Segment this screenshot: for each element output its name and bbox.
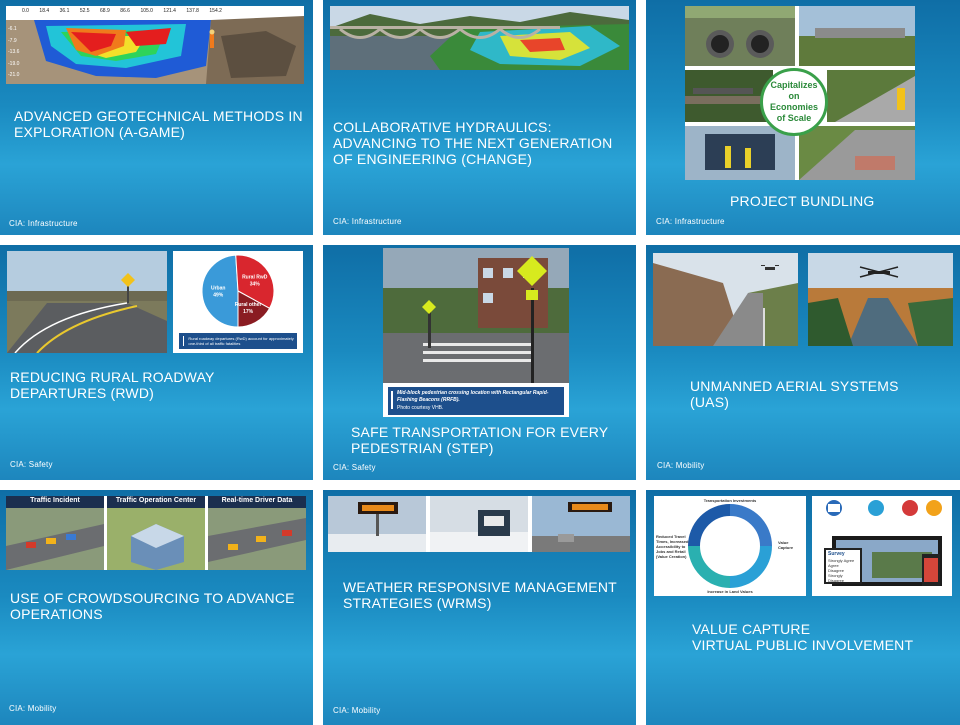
uas-landslide-image	[653, 253, 798, 346]
cycle-label-top: Transportation Investments	[703, 498, 757, 503]
caption-line-1: Mid-block pedestrian crossing location w…	[397, 390, 549, 403]
bundling-collage-image: Capitalizes on Economies of Scale	[685, 6, 915, 180]
tile-category: CIA: Infrastructure	[333, 217, 402, 226]
profile-x-ticks: 0.0 18.4 36.1 52.5 68.9 86.6 105.0 121.4…	[22, 8, 222, 14]
x-tick: 137.8	[186, 8, 199, 14]
tile-project-bundling[interactable]: Capitalizes on Economies of Scale PROJEC…	[646, 0, 960, 235]
crowd-panel-label: Traffic Operation Center	[115, 497, 197, 504]
y-tick: -7.9	[8, 37, 17, 44]
tile-title: REDUCING RURAL ROADWAY DEPARTURES (RWD)	[10, 369, 215, 401]
geotechnical-profile-image: 0.0 18.4 36.1 52.5 68.9 86.6 105.0 121.4…	[6, 6, 304, 84]
pie-slice-value: 49%	[213, 293, 224, 299]
weather-image	[328, 496, 630, 552]
tile-title: ADVANCED GEOTECHNICAL METHODS IN EXPLORA…	[14, 108, 303, 140]
tile-category: CIA: Infrastructure	[656, 217, 725, 226]
tile-crowdsourcing[interactable]: Traffic Incident Traffic Operation Cente…	[0, 490, 313, 725]
tile-category: CIA: Mobility	[657, 461, 705, 470]
profile-y-ticks: -6.1 -7.9 -13.6 -19.0 -21.0	[8, 26, 19, 78]
pie-slice-value: 17%	[243, 309, 254, 315]
hydraulics-bridge-image	[330, 6, 629, 70]
tile-step[interactable]: Mid-block pedestrian crossing location w…	[323, 245, 636, 480]
tile-value-capture-vpi[interactable]: Transportation Investments Value Capture…	[646, 490, 960, 725]
rwd-pie-chart-card: Urban 49% Rural RwD 34% Rural other 17% Rural…	[173, 251, 303, 353]
survey-title: Survey	[828, 551, 845, 557]
x-tick: 121.4	[163, 8, 176, 14]
tile-title: UNMANNED AERIAL SYSTEMS (UAS)	[690, 378, 899, 410]
cycle-label-bottom: Increase in Land Values	[707, 589, 753, 594]
x-tick: 68.9	[100, 8, 110, 14]
rwd-pie-caption: Rural roadway departures (RwD) account f…	[179, 333, 297, 349]
tile-title: VALUE CAPTURE VIRTUAL PUBLIC INVOLVEMENT	[692, 621, 914, 653]
tile-title: COLLABORATIVE HYDRAULICS: ADVANCING TO T…	[333, 119, 613, 167]
survey-panel: Survey Strongly Agree Agree Disagree Str…	[826, 550, 860, 583]
cycle-label-left: Reduced Travel Times, Increased Accessib…	[656, 534, 689, 559]
x-tick: 105.0	[140, 8, 153, 14]
y-tick: -19.0	[8, 60, 20, 67]
y-tick: -13.6	[8, 49, 20, 55]
y-tick: -6.1	[8, 26, 17, 32]
x-tick: 86.6	[120, 8, 130, 14]
x-tick: 154.2	[209, 8, 222, 14]
rwd-pie-chart: Urban49% Rural RwD34% Rural other17%	[201, 254, 275, 328]
tile-title: USE OF CROWDSOURCING TO ADVANCE OPERATIO…	[10, 590, 295, 622]
pie-slice-label: Urban	[211, 286, 225, 292]
x-tick: 36.1	[59, 8, 70, 14]
pie-slice-value: 34%	[250, 281, 261, 287]
survey-option: Strongly Disagree	[828, 573, 845, 583]
tile-title: WEATHER RESPONSIVE MANAGEMENT STRATEGIES…	[343, 579, 617, 611]
tile-change[interactable]: COLLABORATIVE HYDRAULICS: ADVANCING TO T…	[323, 0, 636, 235]
tile-uas[interactable]: UNMANNED AERIAL SYSTEMS (UAS) CIA: Mobil…	[646, 245, 960, 480]
x-tick: 18.4	[39, 8, 50, 14]
tile-category: CIA: Safety	[333, 463, 376, 472]
tile-category: CIA: Mobility	[333, 706, 381, 715]
crowd-panel-label: Real-time Driver Data	[221, 497, 293, 504]
tile-category: CIA: Safety	[10, 460, 53, 469]
step-photo-caption: Mid-block pedestrian crossing location w…	[383, 383, 569, 417]
x-tick: 0.0	[22, 8, 29, 14]
uas-flood-image	[808, 253, 953, 346]
tile-rwd[interactable]: Urban 49% Rural RwD 34% Rural other 17% Rural…	[0, 245, 313, 480]
rural-road-image	[7, 251, 167, 353]
pie-caption-text: Rural roadway departures (RwD) account f…	[188, 336, 294, 346]
tile-a-game[interactable]: 0.0 18.4 36.1 52.5 68.9 86.6 105.0 121.4…	[0, 0, 313, 235]
pie-slice-label: Rural RwD	[242, 274, 268, 280]
economies-of-scale-badge: Capitalizes on Economies of Scale	[760, 68, 828, 136]
crowd-panel-label: Traffic Incident	[30, 497, 80, 504]
virtual-public-involvement-image: Survey Strongly Agree Agree Disagree Str…	[812, 496, 952, 596]
caption-line-2: Photo courtesy VHB.	[397, 405, 444, 411]
pie-slice-label: Rural other	[235, 302, 262, 308]
tile-wrms[interactable]: WEATHER RESPONSIVE MANAGEMENT STRATEGIES…	[323, 490, 636, 725]
tile-category: CIA: Infrastructure	[9, 219, 78, 228]
x-tick: 52.5	[79, 8, 90, 14]
y-tick: -21.0	[8, 72, 20, 78]
crowdsourcing-image: Traffic Incident Traffic Operation Cente…	[6, 496, 306, 570]
badge-text: Capitalizes on Economies of Scale	[769, 80, 818, 123]
tile-title: SAFE TRANSPORTATION FOR EVERY PEDESTRIAN…	[351, 424, 609, 456]
tile-title: PROJECT BUNDLING	[730, 193, 875, 209]
tile-category: CIA: Mobility	[9, 704, 57, 713]
pedestrian-crossing-image	[383, 248, 569, 383]
value-capture-cycle-image: Transportation Investments Value Capture…	[654, 496, 806, 596]
cycle-label-right: Value Capture	[778, 540, 794, 550]
